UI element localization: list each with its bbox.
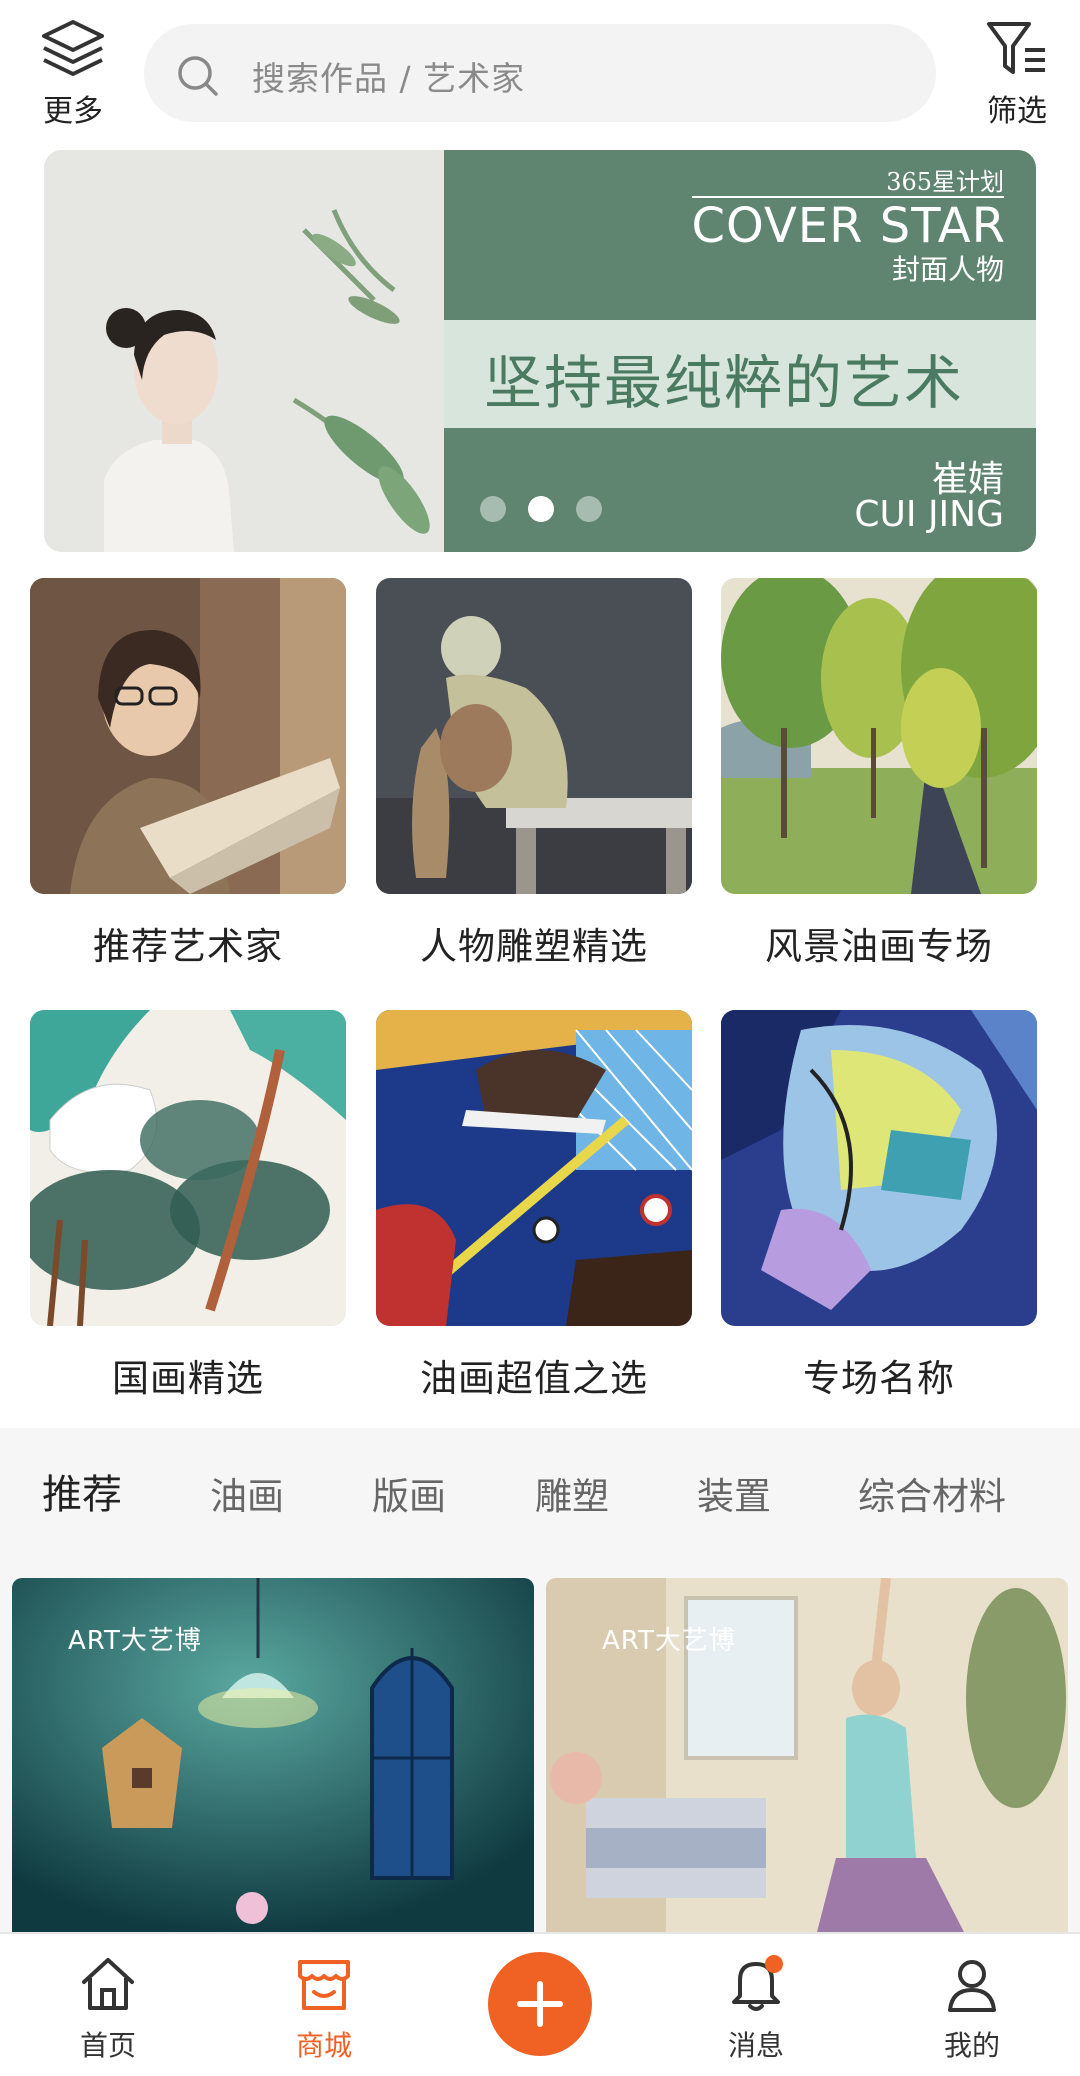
category-label: 推荐艺术家 xyxy=(93,925,283,968)
category-thumbnail xyxy=(30,1010,346,1326)
tab-oil-painting[interactable]: 油画 xyxy=(210,1466,284,1520)
top-bar: 更多 搜索作品 / 艺术家 筛选 xyxy=(0,0,1080,140)
banner-portrait-image xyxy=(44,150,444,552)
nav-home[interactable]: 首页 xyxy=(48,1952,168,2064)
artwork-card[interactable]: ART大艺博 xyxy=(12,1578,534,1936)
nav-me[interactable]: 我的 xyxy=(912,1952,1032,2064)
user-icon xyxy=(948,1960,996,2012)
filter-button[interactable]: 筛选 xyxy=(972,18,1062,129)
carousel-dot-2[interactable] xyxy=(528,496,554,522)
tab-mixed-media[interactable]: 综合材料 xyxy=(858,1466,1006,1520)
category-chinese-painting[interactable]: 国画精选 xyxy=(30,1010,346,1402)
category-label: 风景油画专场 xyxy=(765,925,993,968)
tab-installation[interactable]: 装置 xyxy=(697,1466,771,1520)
carousel-dot-3[interactable] xyxy=(576,496,602,522)
search-icon xyxy=(178,56,218,96)
layers-icon xyxy=(42,20,104,76)
banner-slogan-band: 坚持最纯粹的艺术 xyxy=(444,320,1036,428)
nav-messages-label: 消息 xyxy=(727,2029,784,2062)
category-special[interactable]: 专场名称 xyxy=(721,1010,1037,1402)
category-recommended-artists[interactable]: 推荐艺术家 xyxy=(30,578,346,970)
nav-me-label: 我的 xyxy=(943,2029,1000,2062)
banner-title-en: COVER STAR xyxy=(691,198,1006,254)
category-thumbnail xyxy=(721,578,1037,894)
more-label: 更多 xyxy=(43,94,103,129)
portrait-illustration xyxy=(44,150,444,552)
search-placeholder: 搜索作品 / 艺术家 xyxy=(252,59,526,98)
filter-label: 筛选 xyxy=(987,94,1047,129)
category-label: 人物雕塑精选 xyxy=(420,925,648,968)
nav-mall-label: 商城 xyxy=(295,2029,352,2062)
publish-button[interactable] xyxy=(488,1952,592,2056)
carousel-dots xyxy=(480,496,620,526)
bell-icon xyxy=(732,1955,783,2011)
nav-messages[interactable]: 消息 xyxy=(696,1952,816,2064)
banner-carousel[interactable]: 365星计划 COVER STAR 封面人物 崔婧 CUI JING 坚持最纯粹… xyxy=(44,150,1036,552)
brand-watermark: ART大艺博 xyxy=(602,1626,736,1656)
store-icon xyxy=(298,1960,350,2010)
filter-icon xyxy=(987,22,1045,74)
category-label: 国画精选 xyxy=(112,1357,264,1400)
tab-recommended[interactable]: 推荐 xyxy=(42,1462,122,1520)
carousel-dot-1[interactable] xyxy=(480,496,506,522)
search-input[interactable]: 搜索作品 / 艺术家 xyxy=(144,24,936,122)
category-thumbnail xyxy=(30,578,346,894)
bottom-navigation: 首页 商城 消息 我的 xyxy=(0,1932,1080,2076)
category-label: 油画超值之选 xyxy=(420,1357,648,1400)
notification-dot xyxy=(765,1955,783,1973)
category-label: 专场名称 xyxy=(803,1357,955,1400)
plus-icon xyxy=(517,1981,563,2027)
category-thumbnail xyxy=(376,1010,692,1326)
home-icon xyxy=(82,1958,134,2010)
banner-plan: 365星计划 xyxy=(886,168,1004,196)
nav-home-label: 首页 xyxy=(79,2029,136,2062)
category-thumbnail xyxy=(376,578,692,894)
nav-mall[interactable]: 商城 xyxy=(264,1952,384,2064)
banner-artist-en: CUI JING xyxy=(854,494,1004,535)
category-landscape-oil[interactable]: 风景油画专场 xyxy=(721,578,1037,970)
artwork-card[interactable]: ART大艺博 xyxy=(546,1578,1068,1936)
more-button[interactable]: 更多 xyxy=(28,18,118,129)
tab-sculpture[interactable]: 雕塑 xyxy=(535,1466,609,1520)
brand-watermark: ART大艺博 xyxy=(68,1626,202,1656)
category-figure-sculpture[interactable]: 人物雕塑精选 xyxy=(376,578,692,970)
category-thumbnail xyxy=(721,1010,1037,1326)
banner-title-cn: 封面人物 xyxy=(891,253,1004,286)
banner-slogan: 坚持最纯粹的艺术 xyxy=(484,349,965,417)
category-oil-value[interactable]: 油画超值之选 xyxy=(376,1010,692,1402)
tab-printmaking[interactable]: 版画 xyxy=(372,1466,446,1520)
